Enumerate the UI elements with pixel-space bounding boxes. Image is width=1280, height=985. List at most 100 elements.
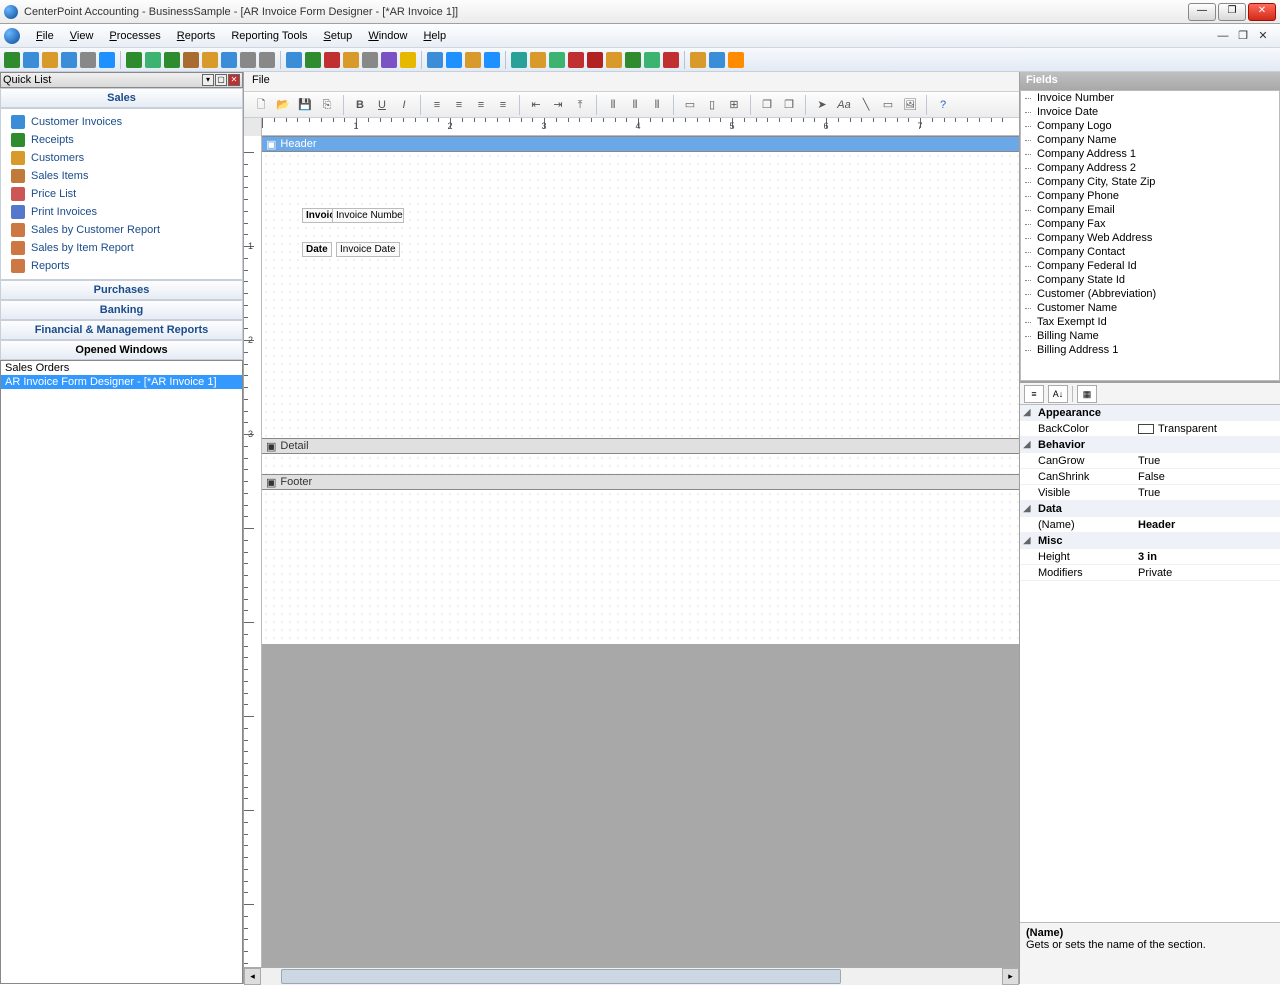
save-icon[interactable]: 💾 — [296, 96, 314, 114]
toolbar-icon[interactable] — [164, 52, 180, 68]
mdi-close-button[interactable]: ✕ — [1256, 29, 1270, 43]
properties-grid[interactable]: ◢Appearance BackColorTransparent ◢Behavi… — [1020, 405, 1280, 922]
toolbar-icon[interactable] — [644, 52, 660, 68]
props-categorized-tab[interactable]: ≡ — [1024, 385, 1044, 403]
toolbar-icon[interactable] — [690, 52, 706, 68]
open-icon[interactable]: 📂 — [274, 96, 292, 114]
mdi-minimize-button[interactable]: — — [1216, 29, 1230, 43]
menu-file[interactable]: File — [28, 28, 62, 44]
toolbar-icon[interactable] — [381, 52, 397, 68]
label-tool-icon[interactable]: Aa — [835, 96, 853, 114]
size-icon[interactable]: ▭ — [681, 96, 699, 114]
line-tool-icon[interactable]: ╲ — [857, 96, 875, 114]
toolbar-icon[interactable] — [305, 52, 321, 68]
scroll-right-icon[interactable]: ▸ — [1002, 968, 1019, 985]
field-item[interactable]: Company State Id — [1021, 273, 1279, 287]
field-bound[interactable]: Invoice Number — [332, 208, 404, 223]
toolbar-icon[interactable] — [80, 52, 96, 68]
align-edge-icon[interactable]: ⇤ — [527, 96, 545, 114]
field-item[interactable]: Company Phone — [1021, 189, 1279, 203]
field-item[interactable]: Company Web Address — [1021, 231, 1279, 245]
toolbar-icon[interactable] — [400, 52, 416, 68]
scroll-left-icon[interactable]: ◂ — [244, 968, 261, 985]
order-icon[interactable]: ❐ — [780, 96, 798, 114]
fields-list[interactable]: Invoice NumberInvoice DateCompany LogoCo… — [1020, 90, 1280, 381]
align-edge-icon[interactable]: ⇥ — [549, 96, 567, 114]
section-detail-bar[interactable]: ▣Detail — [262, 438, 1019, 454]
horizontal-scrollbar[interactable]: ◂ ▸ — [244, 967, 1019, 984]
align-justify-icon[interactable]: ≡ — [494, 96, 512, 114]
rect-tool-icon[interactable]: ▭ — [879, 96, 897, 114]
toolbar-icon[interactable] — [202, 52, 218, 68]
expand-icon[interactable]: ◢ — [1020, 439, 1034, 450]
quick-list-item[interactable]: Price List — [1, 185, 242, 203]
help-icon[interactable]: ? — [934, 96, 952, 114]
distribute-icon[interactable]: ⫴ — [626, 96, 644, 114]
quick-list-item[interactable]: Sales Items — [1, 167, 242, 185]
toolbar-icon[interactable] — [145, 52, 161, 68]
field-item[interactable]: Company Email — [1021, 203, 1279, 217]
toolbar-icon[interactable] — [625, 52, 641, 68]
quick-list-item[interactable]: Customer Invoices — [1, 113, 242, 131]
toolbar-icon[interactable] — [183, 52, 199, 68]
toolbar-icon[interactable] — [728, 52, 744, 68]
designer-file-menu[interactable]: File — [252, 74, 270, 86]
section-header-bar[interactable]: ▣Header — [262, 136, 1019, 152]
field-item[interactable]: Company Address 2 — [1021, 161, 1279, 175]
detail-section-body[interactable] — [262, 454, 1019, 474]
align-center-icon[interactable]: ≡ — [450, 96, 468, 114]
align-right-icon[interactable]: ≡ — [472, 96, 490, 114]
order-icon[interactable]: ❐ — [758, 96, 776, 114]
menu-view[interactable]: View — [62, 28, 102, 44]
quick-list-pin-icon[interactable]: ▾ — [202, 74, 214, 86]
distribute-icon[interactable]: ⫴ — [604, 96, 622, 114]
field-item[interactable]: Company Logo — [1021, 119, 1279, 133]
quick-list-close-icon[interactable]: ✕ — [228, 74, 240, 86]
field-bound[interactable]: Invoice Date — [336, 242, 400, 257]
menu-window[interactable]: Window — [360, 28, 415, 44]
toolbar-icon[interactable] — [362, 52, 378, 68]
bold-icon[interactable]: B — [351, 96, 369, 114]
menu-help[interactable]: Help — [415, 28, 454, 44]
pointer-icon[interactable]: ➤ — [813, 96, 831, 114]
field-item[interactable]: Company Address 1 — [1021, 147, 1279, 161]
size-icon[interactable]: ▯ — [703, 96, 721, 114]
field-item[interactable]: Tax Exempt Id — [1021, 315, 1279, 329]
field-item[interactable]: Billing Name — [1021, 329, 1279, 343]
toolbar-icon[interactable] — [606, 52, 622, 68]
toolbar-icon[interactable] — [465, 52, 481, 68]
toolbar-icon[interactable] — [427, 52, 443, 68]
toolbar-icon[interactable] — [61, 52, 77, 68]
field-label[interactable]: Date — [302, 242, 332, 257]
quick-list-item[interactable]: Sales by Customer Report — [1, 221, 242, 239]
menu-reporting-tools[interactable]: Reporting Tools — [223, 28, 315, 44]
toolbar-icon[interactable] — [343, 52, 359, 68]
toolbar-icon[interactable] — [568, 52, 584, 68]
image-tool-icon[interactable]: 🖼 — [901, 96, 919, 114]
toolbar-icon[interactable] — [324, 52, 340, 68]
field-item[interactable]: Company Contact — [1021, 245, 1279, 259]
quick-list-item[interactable]: Customers — [1, 149, 242, 167]
distribute-icon[interactable]: ⫴ — [648, 96, 666, 114]
size-icon[interactable]: ⊞ — [725, 96, 743, 114]
quick-list-section-banking[interactable]: Banking — [0, 300, 243, 320]
toolbar-icon[interactable] — [709, 52, 725, 68]
toolbar-icon[interactable] — [4, 52, 20, 68]
menu-processes[interactable]: Processes — [101, 28, 168, 44]
field-item[interactable]: Customer Name — [1021, 301, 1279, 315]
quick-list-item[interactable]: Receipts — [1, 131, 242, 149]
expand-icon[interactable]: ◢ — [1020, 503, 1034, 514]
field-item[interactable]: Company Name — [1021, 133, 1279, 147]
field-item[interactable]: Billing Address 1 — [1021, 343, 1279, 357]
field-item[interactable]: Company Fax — [1021, 217, 1279, 231]
maximize-button[interactable]: ❐ — [1218, 3, 1246, 21]
toolbar-icon[interactable] — [663, 52, 679, 68]
props-alphabetical-tab[interactable]: A↓ — [1048, 385, 1068, 403]
mdi-restore-button[interactable]: ❐ — [1236, 29, 1250, 43]
toolbar-icon[interactable] — [221, 52, 237, 68]
toolbar-icon[interactable] — [23, 52, 39, 68]
toolbar-icon[interactable] — [587, 52, 603, 68]
new-icon[interactable]: 🗋 — [252, 96, 270, 114]
section-footer-bar[interactable]: ▣Footer — [262, 474, 1019, 490]
export-icon[interactable]: ⎘ — [318, 96, 336, 114]
